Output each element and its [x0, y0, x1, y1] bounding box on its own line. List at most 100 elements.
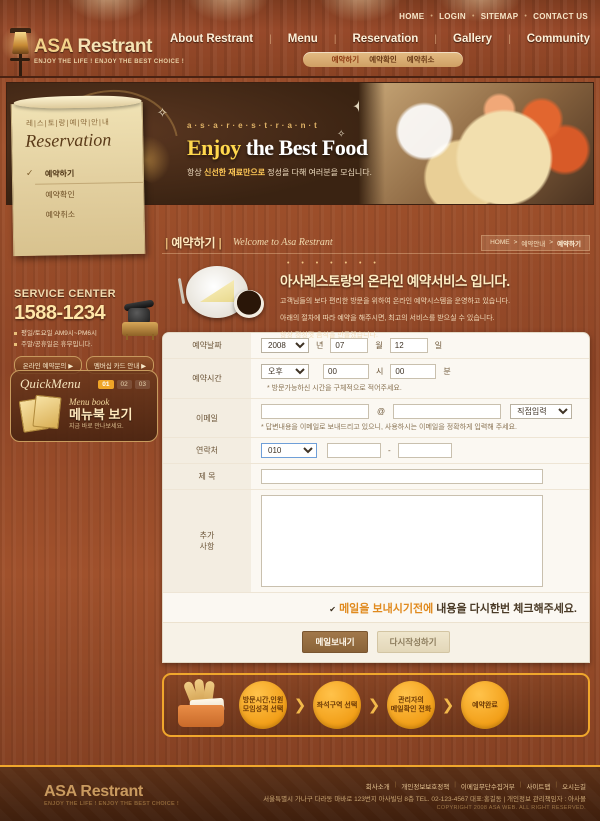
subnav-item-reserve[interactable]: 예약하기 [332, 54, 360, 65]
intro-line-1: 고객님들의 보다 편리한 방문을 위하여 온라인 예약시스템을 운영하고 있습니… [280, 298, 511, 305]
footer-link-directions[interactable]: 오시는길 [562, 781, 586, 791]
nav-about-restrant[interactable]: About Restrant [170, 33, 253, 45]
utility-link-home[interactable]: HOME [399, 12, 424, 21]
page-bar: | 예약하기 | Welcome to Asa Restrant HOME > 예약… [162, 232, 590, 254]
subnav-item-confirm[interactable]: 예약확인 [369, 54, 397, 65]
field-additional-memo [251, 490, 589, 592]
wall-lamp-icon [2, 26, 40, 76]
breadcrumb-home[interactable]: HOME [490, 239, 510, 246]
logo-title: ASA Restrant [34, 36, 153, 57]
label-subject: 제 목 [163, 464, 251, 489]
phone-last-input[interactable] [397, 443, 452, 458]
page-root: HOME • LOGIN • SITEMAP • CONTACT US ASA … [0, 0, 600, 821]
reset-button[interactable]: 다시작성하기 [376, 631, 450, 653]
bread-basket-icon [174, 678, 234, 729]
intro-line-3: 항상 정성껏 음식을 만들겠습니다. [280, 332, 378, 339]
footer-link-sitemap[interactable]: 사이트맵 [526, 781, 550, 791]
footer-logo: ASA Restrant ENJOY THE LIFE ! ENJOY THE … [44, 783, 179, 807]
memo-textarea[interactable] [261, 495, 543, 587]
reservation-steps: 방문시간,인원 모임성격 선택 ❯ 좌석구역 선택 ❯ 관리자의 메일확인 전화… [162, 673, 590, 737]
hero-description: 항상 신선한 재료만으로 정성을 다해 여러분을 모십니다. [187, 168, 372, 177]
footer-divider: | [394, 781, 397, 788]
intro-section: • • • • • • • 아사레스토랑의 온라인 예약서비스 입니다. 고객님… [162, 254, 590, 339]
breadcrumb-current: 예약하기 [557, 240, 581, 248]
nav-reservation[interactable]: Reservation [353, 33, 419, 45]
email-domain-input[interactable] [393, 404, 502, 419]
subject-input[interactable] [261, 469, 543, 484]
main-content: | 예약하기 | Welcome to Asa Restrant HOME > 예약… [162, 232, 590, 737]
nav-divider: | [269, 33, 272, 45]
phone-prefix-select[interactable]: 010 [261, 443, 317, 458]
hour-input[interactable] [323, 364, 369, 379]
quick-menu-kr-label: 메뉴북 보기 [69, 406, 133, 422]
footer-link-email-reject[interactable]: 이메일무단수집거부 [461, 781, 515, 791]
scroll-item-reserve[interactable]: 예약하기 [34, 161, 144, 185]
ampm-select[interactable]: 오후 [261, 364, 309, 379]
check-icon: ✔ [329, 605, 336, 614]
logo-tagline: ENJOY THE LIFE ! ENJOY THE BEST CHOICE ! [34, 59, 185, 65]
quick-tab-03[interactable]: 03 [134, 379, 150, 389]
form-row-time: 예약시간 오후 시 분 * 방문가능하신 시간을 구체적으로 적어주세요. [163, 359, 589, 399]
nav-gallery[interactable]: Gallery [453, 33, 492, 45]
site-header: HOME • LOGIN • SITEMAP • CONTACT US ASA … [0, 0, 600, 78]
submit-button[interactable]: 메일보내기 [302, 631, 368, 653]
quick-tab-01[interactable]: 01 [98, 379, 114, 389]
email-domain-select[interactable]: 직접입력 [510, 404, 573, 419]
footer-link-privacy[interactable]: 개인정보보호정책 [401, 781, 449, 791]
footer-address: 서울특별시 가나구 다라동 마바로 123번지 아사빌딩 8층 TEL. 02-… [263, 796, 586, 803]
footer-divider: | [555, 781, 558, 788]
step-arrow-icon: ❯ [367, 697, 381, 714]
footer-logo-title: ASA Restrant [44, 783, 143, 800]
form-row-email: 이메일 @ 직접입력 * 답변내용을 이메일로 보내드리고 있으니, 사용하시는… [163, 399, 589, 438]
footer-divider: | [454, 781, 456, 788]
footer-nav: 회사소개 | 개인정보보호정책 | 이메일무단수집거부 | 사이트맵 | 오시는… [366, 781, 586, 791]
step-4: 예약완료 [461, 681, 509, 729]
scroll-menu-list: 예약하기 예약확인 예약취소 [34, 161, 144, 225]
field-email: @ 직접입력 * 답변내용을 이메일로 보내드리고 있으니, 사용하시는 이메일… [251, 399, 589, 437]
footer-copyright: COPYRIGHT 2008 ASA WEB. ALL RIGHT RESERV… [436, 805, 586, 811]
utility-link-sitemap[interactable]: SITEMAP [481, 12, 519, 21]
step-2: 좌석구역 선택 [313, 681, 361, 729]
breadcrumb-section[interactable]: 예약안내 [521, 238, 545, 248]
note-rest: 내용을 다시한번 체크해주세요. [433, 603, 577, 615]
footer-link-about[interactable]: 회사소개 [366, 781, 390, 791]
nav-menu[interactable]: Menu [288, 33, 318, 45]
unit-day: 일 [434, 341, 443, 350]
global-nav: About Restrant | Menu | Reservation | Ga… [170, 33, 590, 45]
quick-menu-body[interactable]: Menu book 메뉴북 보기 지금 바로 만나보세요. [11, 392, 157, 433]
page-welcome: Welcome to Asa Restrant [232, 237, 333, 248]
utility-link-contact[interactable]: CONTACT US [533, 12, 588, 21]
utility-separator: • [524, 13, 528, 20]
field-phone: 010 - [251, 438, 589, 463]
scroll-item-confirm[interactable]: 예약확인 [35, 183, 143, 205]
email-local-input[interactable] [261, 404, 369, 419]
quick-menu-text: Menu book 메뉴북 보기 지금 바로 만나보세요. [69, 397, 132, 430]
decorative-dots: • • • • • • • [287, 260, 381, 267]
service-center-notes: 평일/토요일 AM9시~PM6시 주말/공휴일은 휴무입니다. [14, 328, 154, 350]
unit-month: 월 [375, 341, 383, 350]
quick-menu: QuickMenu 01 02 03 Menu book 메뉴북 보기 지금 바… [10, 370, 158, 442]
field-subject [251, 464, 589, 489]
hero-kerned-label: a·s·a·r·e·s·t·r·a·n·t [187, 121, 320, 130]
scroll-item-cancel[interactable]: 예약취소 [35, 203, 143, 225]
quick-menu-sub-label: 지금 바로 만나보세요. [69, 423, 124, 430]
form-row-memo: 추가 사항 [163, 490, 589, 593]
site-logo[interactable]: ASA Restrant ENJOY THE LIFE ! ENJOY THE … [34, 36, 184, 65]
reservation-form-panel: 예약날짜 2008 년 월 일 예약시간 오후 시 분 [162, 332, 590, 663]
utility-link-login[interactable]: LOGIN [439, 12, 466, 21]
footer-logo-tagline: ENJOY THE LIFE ! ENJOY THE BEST CHOICE ! [44, 801, 179, 807]
scroll-korean-label: 레|스|토|랑|예|약|안|내 [25, 117, 110, 128]
menu-book-icon [18, 394, 63, 433]
nav-community[interactable]: Community [527, 33, 590, 45]
form-row-phone: 연락처 010 - [163, 438, 589, 464]
quick-menu-tabs: 01 02 03 [98, 379, 150, 389]
minute-input[interactable] [390, 364, 437, 379]
phone-mid-input[interactable] [327, 443, 381, 458]
form-note-row: ✔ 메일을 보내시기전에 내용을 다시한번 체크해주세요. [163, 593, 589, 622]
quick-tab-02[interactable]: 02 [116, 379, 132, 389]
hero-text: a·s·a·r·e·s·t·r·a·n·t Enjoy the Best Foo… [187, 121, 427, 178]
hero-title: Enjoy the Best Food [187, 135, 368, 160]
label-phone: 연락처 [163, 438, 251, 463]
subnav-item-cancel[interactable]: 예약취소 [407, 54, 435, 65]
phone-dash: - [388, 446, 391, 455]
